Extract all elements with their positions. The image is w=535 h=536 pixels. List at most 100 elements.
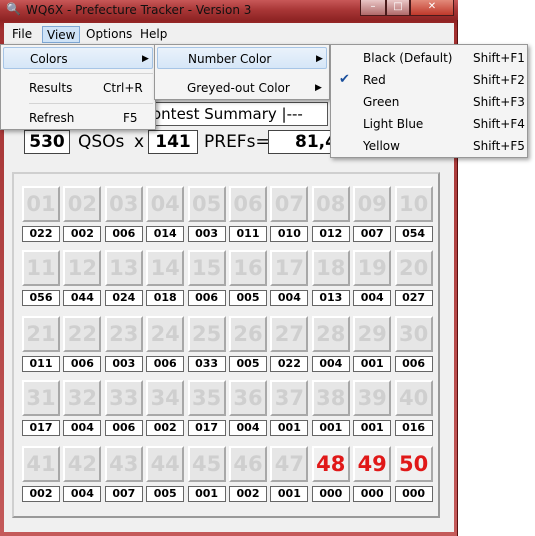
greyed-out-color-label: Greyed-out Color xyxy=(187,81,290,95)
title-bar[interactable]: 🔍 WQ6X - Prefecture Tracker - Version 3 … xyxy=(0,0,458,20)
prefecture-number: 10 xyxy=(394,186,433,222)
contest-summary-title: ontest Summary |--- xyxy=(148,102,328,126)
prefecture-qso-count: 011 xyxy=(22,356,60,372)
prefecture-qso-count: 056 xyxy=(22,290,60,306)
prefecture-qso-count: 016 xyxy=(394,420,433,436)
prefecture-number: 50 xyxy=(394,446,433,482)
number-color-option-shortcut: Shift+F4 xyxy=(473,117,525,131)
minimize-button[interactable]: – xyxy=(360,0,386,16)
prefecture-number: 35 xyxy=(187,380,226,416)
prefecture-qso-count: 024 xyxy=(104,290,143,306)
prefecture-qso-count: 003 xyxy=(104,356,143,372)
prefecture-number: 30 xyxy=(394,316,433,352)
prefecture-number: 05 xyxy=(187,186,226,222)
prefecture-qso-count: 006 xyxy=(146,356,185,372)
prefecture-qso-count: 018 xyxy=(146,290,185,306)
prefecture-qso-count: 004 xyxy=(353,290,392,306)
prefecture-qso-count: 001 xyxy=(353,356,392,372)
number-color-option[interactable]: ✔ Red Shift+F2 xyxy=(333,69,525,91)
prefecture-qso-count: 004 xyxy=(63,486,102,502)
menu-options[interactable]: Options xyxy=(82,26,136,43)
refresh-label: Refresh xyxy=(29,111,75,125)
prefecture-number: 37 xyxy=(270,380,309,416)
number-color-option[interactable]: Black (Default) Shift+F1 xyxy=(333,47,525,69)
refresh-shortcut: F5 xyxy=(123,111,138,125)
prefecture-qso-count: 006 xyxy=(104,226,143,242)
prefecture-number: 12 xyxy=(63,250,102,286)
prefecture-grid: 01 022 02 002 03 006 04 014 05 003 06 011 07 010 08 012… xyxy=(12,172,440,518)
prefecture-number: 03 xyxy=(104,186,143,222)
prefecture-number: 09 xyxy=(353,186,392,222)
colors-label: Colors xyxy=(30,52,68,66)
prefecture-number: 31 xyxy=(22,380,60,416)
submenu-arrow-icon: ▶ xyxy=(316,54,323,64)
prefecture-qso-count: 004 xyxy=(270,290,309,306)
menu-file[interactable]: File xyxy=(8,26,36,43)
prefecture-number: 08 xyxy=(311,186,350,222)
prefecture-qso-count: 001 xyxy=(353,420,392,436)
number-color-option-label: Black (Default) xyxy=(363,51,453,65)
prefecture-qso-count: 054 xyxy=(394,226,433,242)
number-color-item[interactable]: Number Color ▶ xyxy=(157,47,327,69)
prefecture-number: 34 xyxy=(146,380,185,416)
prefecture-qso-count: 017 xyxy=(187,420,226,436)
submenu-arrow-icon: ▶ xyxy=(142,54,149,64)
menu-separator xyxy=(29,73,153,74)
greyed-out-color-item[interactable]: Greyed-out Color ▶ xyxy=(157,77,327,99)
number-color-option[interactable]: Light Blue Shift+F4 xyxy=(333,113,525,135)
window-title: WQ6X - Prefecture Tracker - Version 3 xyxy=(26,3,252,17)
view-menu: Colors ▶ Results Ctrl+R Refresh F5 xyxy=(0,44,156,130)
prefecture-number: 20 xyxy=(394,250,433,286)
prefecture-number: 46 xyxy=(229,446,267,482)
colors-submenu: Number Color ▶ Greyed-out Color ▶ xyxy=(154,44,330,100)
prefecture-number: 32 xyxy=(63,380,102,416)
prefecture-number: 14 xyxy=(146,250,185,286)
prefecture-qso-count: 004 xyxy=(63,420,102,436)
prefecture-number: 38 xyxy=(311,380,350,416)
view-menu-colors[interactable]: Colors ▶ xyxy=(3,47,153,69)
menu-bar: File View Options Help xyxy=(4,23,454,45)
menu-help[interactable]: Help xyxy=(136,26,171,43)
number-color-option-label: Light Blue xyxy=(363,117,424,131)
view-menu-refresh[interactable]: Refresh F5 xyxy=(3,107,153,129)
prefecture-qso-count: 002 xyxy=(229,486,267,502)
submenu-arrow-icon: ▶ xyxy=(315,83,322,93)
number-color-option-shortcut: Shift+F1 xyxy=(473,51,525,65)
prefecture-qso-count: 005 xyxy=(229,290,267,306)
prefecture-number: 22 xyxy=(63,316,102,352)
number-color-option[interactable]: Yellow Shift+F5 xyxy=(333,135,525,157)
maximize-button[interactable]: □ xyxy=(386,0,410,16)
prefecture-number: 27 xyxy=(270,316,309,352)
prefecture-number: 33 xyxy=(104,380,143,416)
prefecture-qso-count: 033 xyxy=(187,356,226,372)
prefecture-qso-count: 002 xyxy=(146,420,185,436)
prefecture-qso-count: 006 xyxy=(187,290,226,306)
number-color-option-shortcut: Shift+F5 xyxy=(473,139,525,153)
prefecture-number: 40 xyxy=(394,380,433,416)
prefecture-number: 41 xyxy=(22,446,60,482)
magnifier-app-icon: 🔍 xyxy=(6,2,21,16)
menu-view[interactable]: View xyxy=(42,26,81,43)
prefs-label: PREFs= xyxy=(204,132,270,152)
pref-count: 141 xyxy=(148,130,198,154)
prefecture-qso-count: 002 xyxy=(63,226,102,242)
view-menu-results[interactable]: Results Ctrl+R xyxy=(3,77,153,99)
prefecture-number: 07 xyxy=(270,186,309,222)
prefecture-number: 11 xyxy=(22,250,60,286)
prefecture-number: 06 xyxy=(229,186,267,222)
prefecture-qso-count: 001 xyxy=(270,486,309,502)
prefecture-qso-count: 002 xyxy=(22,486,60,502)
prefecture-number: 47 xyxy=(270,446,309,482)
number-color-menu: Black (Default) Shift+F1 ✔ Red Shift+F2 Green… xyxy=(330,44,528,158)
prefecture-qso-count: 007 xyxy=(353,226,392,242)
prefecture-number: 23 xyxy=(104,316,143,352)
prefecture-number: 16 xyxy=(229,250,267,286)
multiply-sign: x xyxy=(134,132,145,152)
number-color-option[interactable]: Green Shift+F3 xyxy=(333,91,525,113)
number-color-option-label: Red xyxy=(363,73,386,87)
close-button[interactable]: ✕ xyxy=(410,0,454,16)
prefecture-qso-count: 011 xyxy=(229,226,267,242)
checkmark-icon: ✔ xyxy=(339,72,350,87)
qso-count: 530 xyxy=(24,130,70,154)
prefecture-qso-count: 022 xyxy=(22,226,60,242)
